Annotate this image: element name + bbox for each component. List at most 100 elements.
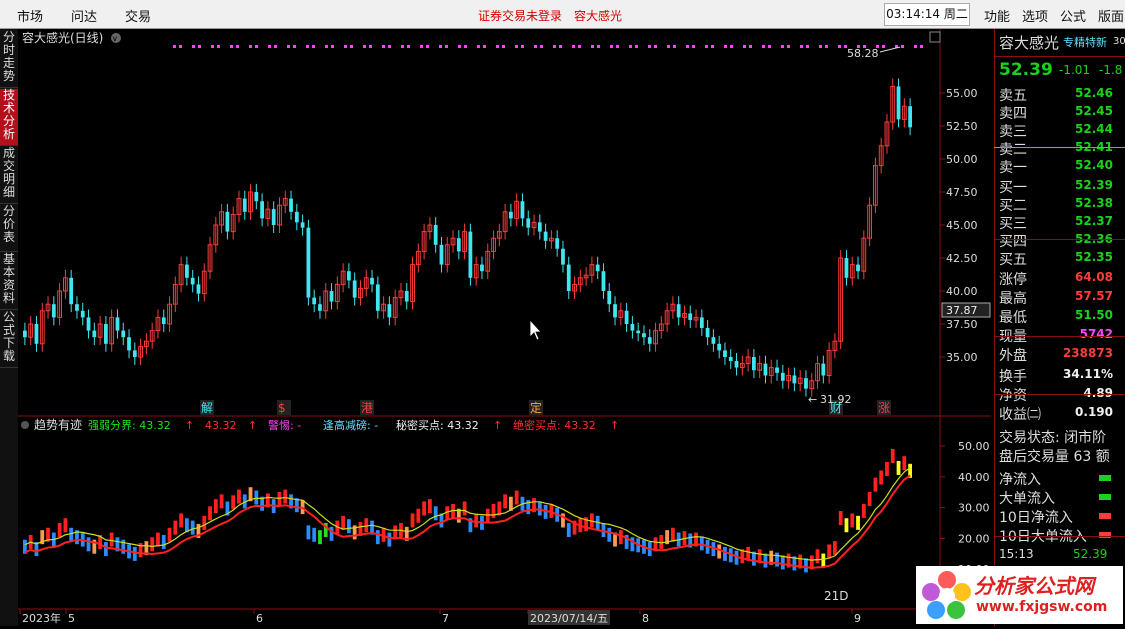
login-notice[interactable]: 证券交易未登录 容大感光 xyxy=(478,7,622,24)
candle-body xyxy=(804,378,808,389)
indicator-bar xyxy=(445,506,450,521)
signal-dot xyxy=(540,45,543,48)
indicator-bar xyxy=(804,558,808,573)
signal-dot xyxy=(344,45,347,48)
stat-row: 现量 5742 xyxy=(999,326,1125,345)
row-value: 52.46 xyxy=(1075,86,1113,100)
signal-dot xyxy=(819,45,822,48)
signal-dot xyxy=(629,45,632,48)
indicator-bar xyxy=(867,491,872,506)
menu-trade[interactable]: 交易 xyxy=(125,6,151,25)
indicator-tick-label: 40.00 xyxy=(958,471,990,484)
indicator-bar xyxy=(821,553,826,568)
indicator-bar xyxy=(485,508,490,523)
date-label: 6 xyxy=(256,612,263,625)
clock: 03:14:14 周二 xyxy=(884,3,970,26)
signal-dot xyxy=(572,45,575,48)
tab-trade-detail[interactable]: 成交明细 xyxy=(0,147,18,204)
indicator-bar xyxy=(833,541,837,556)
candle-body xyxy=(190,277,195,285)
date-label: 2023年 xyxy=(22,611,61,625)
signal-dot xyxy=(293,45,296,48)
chart-area[interactable]: 容大感光(日线) v 55.00 52.50 50.00 47.50 45.00 42.5… xyxy=(18,29,991,626)
indicator-bar xyxy=(607,527,612,542)
indicator-tick-label: 30.00 xyxy=(958,502,990,515)
indicator-bar xyxy=(312,527,317,542)
indicator-legend: 强弱分界: 43.32 ↑ 43.32 ↑ 警惕: - 逢高减磅: - 秘密买点: 43.3… xyxy=(88,418,619,432)
signal-dot xyxy=(179,45,182,48)
signal-dot xyxy=(464,45,467,48)
indicator-bar xyxy=(347,519,351,534)
indicator-bar xyxy=(474,513,479,528)
menu-formula[interactable]: 公式 xyxy=(1060,6,1086,25)
tab-technical[interactable]: 技术分析 xyxy=(0,89,18,146)
row-value: 57.57 xyxy=(1075,289,1113,303)
candle-body xyxy=(468,231,473,278)
kline-chart-svg[interactable]: 容大感光(日线) v 55.00 52.50 50.00 47.50 45.00 42.5… xyxy=(18,29,991,626)
indicator-item: 警惕: - xyxy=(268,418,301,432)
indicator-bar xyxy=(630,537,635,552)
signal-dot xyxy=(236,45,239,48)
signal-dot xyxy=(914,45,917,48)
candle-body xyxy=(185,264,189,278)
row-label: 买二 xyxy=(999,198,1027,214)
signal-dot xyxy=(255,45,258,48)
row-value: 52.35 xyxy=(1075,250,1113,264)
bid-row: 买一 52.39 xyxy=(999,177,1125,196)
signal-dot xyxy=(217,45,220,48)
indicator-menu-icon[interactable] xyxy=(21,421,29,429)
candle-body xyxy=(792,375,797,384)
menu-options[interactable]: 选项 xyxy=(1022,6,1048,25)
row-value: 64.08 xyxy=(1075,270,1113,284)
indicator-bar xyxy=(213,499,218,514)
indicator-arrow: ↑ xyxy=(610,419,619,432)
indicator-name: 趋势有迹 xyxy=(34,418,82,432)
candle-body xyxy=(723,350,727,357)
date-label: 9 xyxy=(854,612,861,625)
row-value: 52.39 xyxy=(1075,178,1113,192)
indicator-bar xyxy=(231,495,236,510)
candle-body xyxy=(613,304,617,318)
signal-dot xyxy=(274,45,277,48)
row-label: 最低 xyxy=(999,310,1027,326)
row-value: 52.37 xyxy=(1075,214,1113,228)
trade-status: 交易状态: 闭市阶 xyxy=(999,430,1107,446)
price-tick-label: 35.00 xyxy=(946,351,978,364)
indicator-bar xyxy=(514,490,519,505)
tab-intraday[interactable]: 分时走势 xyxy=(0,31,18,88)
candle-body xyxy=(566,264,571,291)
tab-price-table[interactable]: 分价表 xyxy=(0,205,18,252)
menu-layout[interactable]: 版面 xyxy=(1098,6,1124,25)
stat-row: 外盘 238873 xyxy=(999,345,1125,364)
indicator-bar xyxy=(566,523,571,538)
candle-body xyxy=(688,313,693,321)
signal-dot xyxy=(705,45,708,48)
signal-dot xyxy=(268,45,271,48)
candle-body xyxy=(595,264,600,272)
signal-dot xyxy=(635,45,638,48)
menu-wenda[interactable]: 问达 xyxy=(71,6,97,25)
ask-row: 卖三 52.44 xyxy=(999,121,1125,140)
candle-body xyxy=(537,222,542,232)
menu-function[interactable]: 功能 xyxy=(984,6,1010,25)
indicator-item: 绝密买点: 43.32 xyxy=(513,418,596,432)
menu-market[interactable]: 市场 xyxy=(17,6,43,25)
candle-body xyxy=(300,222,305,228)
bid-row: 买三 52.37 xyxy=(999,213,1125,232)
logo-url: www.fxjgsw.com xyxy=(976,599,1108,615)
signal-dot xyxy=(882,45,885,48)
candle-body xyxy=(896,86,901,120)
candle-body xyxy=(647,337,652,344)
event-marker: 涨 xyxy=(878,400,890,415)
signal-dot xyxy=(420,45,423,48)
tab-formula-download[interactable]: 公式下载 xyxy=(0,311,18,368)
signal-dot xyxy=(363,45,366,48)
tick-row: 15:13 52.39 xyxy=(999,547,1125,565)
indicator-marker: 21D xyxy=(824,589,849,603)
indicator-bar xyxy=(63,518,68,533)
event-marker: $ xyxy=(278,401,286,415)
candle-body xyxy=(821,363,826,376)
tab-fundamentals[interactable]: 基本资料 xyxy=(0,253,18,310)
candle-body xyxy=(601,271,606,291)
candle-body xyxy=(780,372,785,381)
